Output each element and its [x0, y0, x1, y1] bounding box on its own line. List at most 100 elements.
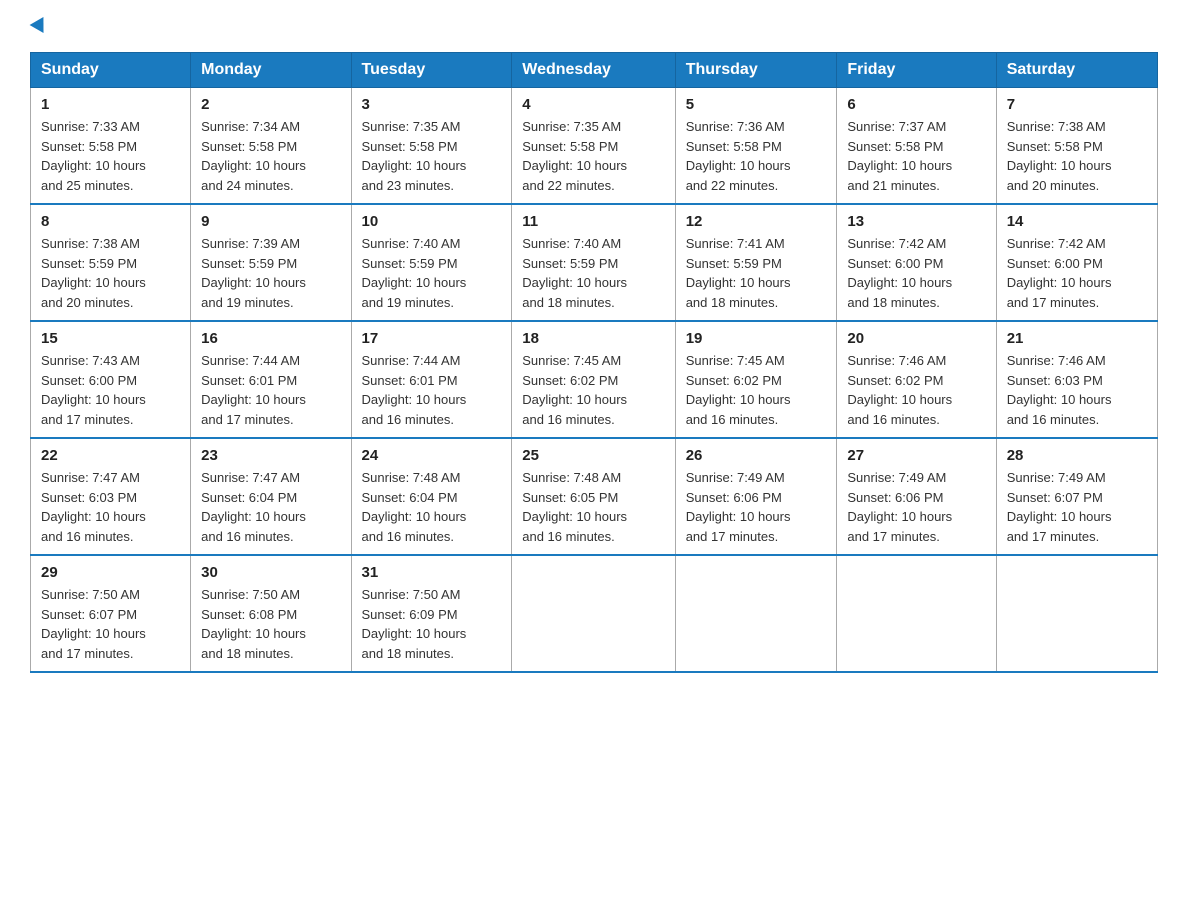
- day-info: Sunrise: 7:45 AM Sunset: 6:02 PM Dayligh…: [522, 351, 664, 429]
- calendar-cell: 26 Sunrise: 7:49 AM Sunset: 6:06 PM Dayl…: [675, 438, 837, 555]
- day-number: 31: [362, 564, 502, 581]
- day-info: Sunrise: 7:49 AM Sunset: 6:06 PM Dayligh…: [686, 468, 827, 546]
- calendar-cell: 21 Sunrise: 7:46 AM Sunset: 6:03 PM Dayl…: [996, 321, 1157, 438]
- day-number: 10: [362, 213, 502, 230]
- calendar-cell: 23 Sunrise: 7:47 AM Sunset: 6:04 PM Dayl…: [191, 438, 351, 555]
- day-number: 26: [686, 447, 827, 464]
- day-number: 1: [41, 96, 180, 113]
- day-info: Sunrise: 7:40 AM Sunset: 5:59 PM Dayligh…: [362, 234, 502, 312]
- day-info: Sunrise: 7:43 AM Sunset: 6:00 PM Dayligh…: [41, 351, 180, 429]
- day-info: Sunrise: 7:40 AM Sunset: 5:59 PM Dayligh…: [522, 234, 664, 312]
- day-info: Sunrise: 7:36 AM Sunset: 5:58 PM Dayligh…: [686, 117, 827, 195]
- day-info: Sunrise: 7:46 AM Sunset: 6:03 PM Dayligh…: [1007, 351, 1147, 429]
- day-number: 17: [362, 330, 502, 347]
- day-info: Sunrise: 7:46 AM Sunset: 6:02 PM Dayligh…: [847, 351, 985, 429]
- page-header: [30, 20, 1158, 34]
- calendar-cell: 31 Sunrise: 7:50 AM Sunset: 6:09 PM Dayl…: [351, 555, 512, 672]
- calendar-cell: 17 Sunrise: 7:44 AM Sunset: 6:01 PM Dayl…: [351, 321, 512, 438]
- calendar-cell: 4 Sunrise: 7:35 AM Sunset: 5:58 PM Dayli…: [512, 88, 675, 205]
- calendar-cell: 8 Sunrise: 7:38 AM Sunset: 5:59 PM Dayli…: [31, 204, 191, 321]
- day-info: Sunrise: 7:35 AM Sunset: 5:58 PM Dayligh…: [362, 117, 502, 195]
- calendar-cell: 24 Sunrise: 7:48 AM Sunset: 6:04 PM Dayl…: [351, 438, 512, 555]
- day-number: 13: [847, 213, 985, 230]
- day-number: 6: [847, 96, 985, 113]
- logo-triangle-icon: [30, 17, 51, 37]
- day-number: 7: [1007, 96, 1147, 113]
- day-number: 4: [522, 96, 664, 113]
- calendar-cell: [996, 555, 1157, 672]
- day-number: 2: [201, 96, 340, 113]
- day-number: 25: [522, 447, 664, 464]
- day-info: Sunrise: 7:42 AM Sunset: 6:00 PM Dayligh…: [847, 234, 985, 312]
- weekday-header-monday: Monday: [191, 53, 351, 88]
- day-number: 27: [847, 447, 985, 464]
- calendar-cell: 1 Sunrise: 7:33 AM Sunset: 5:58 PM Dayli…: [31, 88, 191, 205]
- day-info: Sunrise: 7:42 AM Sunset: 6:00 PM Dayligh…: [1007, 234, 1147, 312]
- calendar-week-row: 15 Sunrise: 7:43 AM Sunset: 6:00 PM Dayl…: [31, 321, 1158, 438]
- day-number: 12: [686, 213, 827, 230]
- day-number: 19: [686, 330, 827, 347]
- day-number: 28: [1007, 447, 1147, 464]
- day-number: 5: [686, 96, 827, 113]
- calendar-cell: 25 Sunrise: 7:48 AM Sunset: 6:05 PM Dayl…: [512, 438, 675, 555]
- day-info: Sunrise: 7:50 AM Sunset: 6:08 PM Dayligh…: [201, 585, 340, 663]
- day-number: 18: [522, 330, 664, 347]
- calendar-cell: 28 Sunrise: 7:49 AM Sunset: 6:07 PM Dayl…: [996, 438, 1157, 555]
- calendar-cell: 9 Sunrise: 7:39 AM Sunset: 5:59 PM Dayli…: [191, 204, 351, 321]
- calendar-cell: 14 Sunrise: 7:42 AM Sunset: 6:00 PM Dayl…: [996, 204, 1157, 321]
- weekday-header-wednesday: Wednesday: [512, 53, 675, 88]
- calendar-cell: 7 Sunrise: 7:38 AM Sunset: 5:58 PM Dayli…: [996, 88, 1157, 205]
- logo: [30, 20, 48, 34]
- day-info: Sunrise: 7:48 AM Sunset: 6:04 PM Dayligh…: [362, 468, 502, 546]
- day-info: Sunrise: 7:33 AM Sunset: 5:58 PM Dayligh…: [41, 117, 180, 195]
- calendar-cell: 19 Sunrise: 7:45 AM Sunset: 6:02 PM Dayl…: [675, 321, 837, 438]
- day-info: Sunrise: 7:49 AM Sunset: 6:07 PM Dayligh…: [1007, 468, 1147, 546]
- calendar-cell: 16 Sunrise: 7:44 AM Sunset: 6:01 PM Dayl…: [191, 321, 351, 438]
- calendar-cell: 5 Sunrise: 7:36 AM Sunset: 5:58 PM Dayli…: [675, 88, 837, 205]
- day-number: 14: [1007, 213, 1147, 230]
- day-info: Sunrise: 7:35 AM Sunset: 5:58 PM Dayligh…: [522, 117, 664, 195]
- calendar-header-row: SundayMondayTuesdayWednesdayThursdayFrid…: [31, 53, 1158, 88]
- calendar-cell: 11 Sunrise: 7:40 AM Sunset: 5:59 PM Dayl…: [512, 204, 675, 321]
- calendar-cell: 22 Sunrise: 7:47 AM Sunset: 6:03 PM Dayl…: [31, 438, 191, 555]
- day-number: 15: [41, 330, 180, 347]
- weekday-header-sunday: Sunday: [31, 53, 191, 88]
- calendar-cell: 10 Sunrise: 7:40 AM Sunset: 5:59 PM Dayl…: [351, 204, 512, 321]
- day-info: Sunrise: 7:39 AM Sunset: 5:59 PM Dayligh…: [201, 234, 340, 312]
- weekday-header-saturday: Saturday: [996, 53, 1157, 88]
- calendar-cell: [837, 555, 996, 672]
- day-number: 21: [1007, 330, 1147, 347]
- weekday-header-friday: Friday: [837, 53, 996, 88]
- calendar-cell: 12 Sunrise: 7:41 AM Sunset: 5:59 PM Dayl…: [675, 204, 837, 321]
- weekday-header-thursday: Thursday: [675, 53, 837, 88]
- day-number: 9: [201, 213, 340, 230]
- calendar-cell: 2 Sunrise: 7:34 AM Sunset: 5:58 PM Dayli…: [191, 88, 351, 205]
- calendar-cell: 6 Sunrise: 7:37 AM Sunset: 5:58 PM Dayli…: [837, 88, 996, 205]
- day-info: Sunrise: 7:37 AM Sunset: 5:58 PM Dayligh…: [847, 117, 985, 195]
- day-info: Sunrise: 7:47 AM Sunset: 6:04 PM Dayligh…: [201, 468, 340, 546]
- day-info: Sunrise: 7:47 AM Sunset: 6:03 PM Dayligh…: [41, 468, 180, 546]
- calendar-cell: 18 Sunrise: 7:45 AM Sunset: 6:02 PM Dayl…: [512, 321, 675, 438]
- day-info: Sunrise: 7:34 AM Sunset: 5:58 PM Dayligh…: [201, 117, 340, 195]
- day-number: 8: [41, 213, 180, 230]
- calendar-cell: 20 Sunrise: 7:46 AM Sunset: 6:02 PM Dayl…: [837, 321, 996, 438]
- weekday-header-tuesday: Tuesday: [351, 53, 512, 88]
- calendar-cell: 15 Sunrise: 7:43 AM Sunset: 6:00 PM Dayl…: [31, 321, 191, 438]
- calendar-cell: 30 Sunrise: 7:50 AM Sunset: 6:08 PM Dayl…: [191, 555, 351, 672]
- calendar-cell: 29 Sunrise: 7:50 AM Sunset: 6:07 PM Dayl…: [31, 555, 191, 672]
- day-number: 11: [522, 213, 664, 230]
- calendar-cell: 27 Sunrise: 7:49 AM Sunset: 6:06 PM Dayl…: [837, 438, 996, 555]
- day-number: 29: [41, 564, 180, 581]
- calendar-table: SundayMondayTuesdayWednesdayThursdayFrid…: [30, 52, 1158, 673]
- calendar-cell: [512, 555, 675, 672]
- calendar-cell: 13 Sunrise: 7:42 AM Sunset: 6:00 PM Dayl…: [837, 204, 996, 321]
- day-info: Sunrise: 7:45 AM Sunset: 6:02 PM Dayligh…: [686, 351, 827, 429]
- day-number: 3: [362, 96, 502, 113]
- day-info: Sunrise: 7:44 AM Sunset: 6:01 PM Dayligh…: [201, 351, 340, 429]
- day-info: Sunrise: 7:50 AM Sunset: 6:07 PM Dayligh…: [41, 585, 180, 663]
- day-info: Sunrise: 7:41 AM Sunset: 5:59 PM Dayligh…: [686, 234, 827, 312]
- day-number: 24: [362, 447, 502, 464]
- day-info: Sunrise: 7:50 AM Sunset: 6:09 PM Dayligh…: [362, 585, 502, 663]
- day-number: 23: [201, 447, 340, 464]
- day-info: Sunrise: 7:49 AM Sunset: 6:06 PM Dayligh…: [847, 468, 985, 546]
